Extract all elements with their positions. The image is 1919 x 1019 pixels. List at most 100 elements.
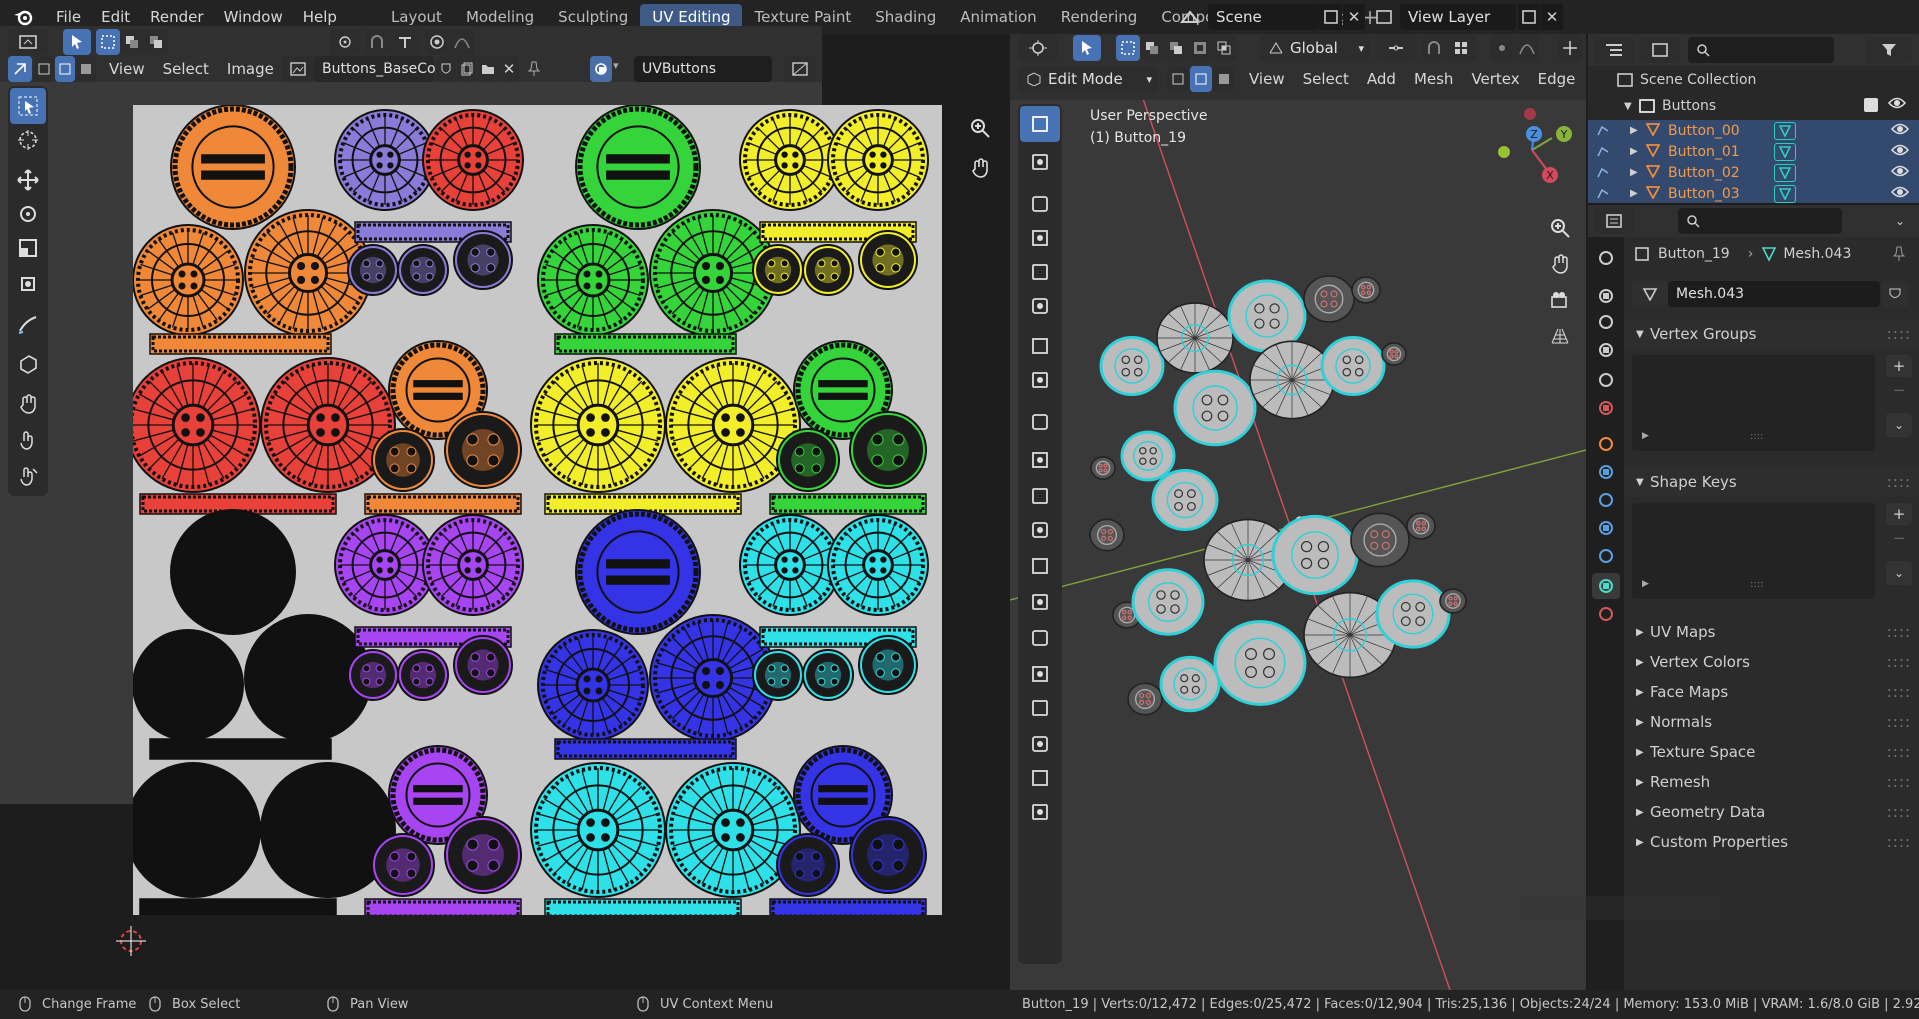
uv-map-icon[interactable] bbox=[590, 56, 612, 82]
eye-icon[interactable] bbox=[1887, 96, 1907, 114]
list-expand-icon[interactable]: ▶ bbox=[1642, 431, 1649, 441]
eye-icon[interactable] bbox=[1890, 122, 1910, 140]
display-mode-icon[interactable] bbox=[1640, 37, 1680, 63]
viewport-select-intersect-icon[interactable] bbox=[1212, 35, 1236, 61]
new-image-icon[interactable] bbox=[457, 56, 477, 82]
uv-2d-cursor-icon[interactable] bbox=[116, 926, 146, 956]
mesh-name-field[interactable]: Mesh.043 bbox=[1668, 281, 1880, 307]
tool-tab-icon[interactable] bbox=[1592, 245, 1620, 271]
face-select-mode-icon[interactable] bbox=[1213, 66, 1235, 92]
collection-checkbox[interactable] bbox=[1864, 98, 1878, 112]
list-expand-icon[interactable]: ▶ bbox=[1642, 579, 1649, 589]
object-tab-icon[interactable] bbox=[1592, 431, 1620, 457]
viewport-menu-view[interactable]: View bbox=[1240, 70, 1294, 88]
viewport-falloff-icon[interactable] bbox=[1515, 35, 1539, 61]
tab-rendering[interactable]: Rendering bbox=[1049, 4, 1150, 30]
panel-header-uv-maps[interactable]: ▶ UV Maps:::: bbox=[1624, 617, 1919, 647]
pan-hand-icon[interactable] bbox=[964, 152, 996, 184]
snap-target-icon[interactable] bbox=[390, 29, 420, 55]
panel-header-face-maps[interactable]: ▶ Face Maps:::: bbox=[1624, 677, 1919, 707]
panel-header-geometry-data[interactable]: ▶ Geometry Data:::: bbox=[1624, 797, 1919, 827]
edit-mode-toggle-icon[interactable] bbox=[1588, 188, 1618, 200]
panel-header-remesh[interactable]: ▶ Remesh:::: bbox=[1624, 767, 1919, 797]
scene-tab-icon[interactable] bbox=[1592, 367, 1620, 393]
view-layer-tab-icon[interactable] bbox=[1592, 337, 1620, 363]
select-extend-icon[interactable] bbox=[120, 29, 144, 55]
uv-menu-view[interactable]: View bbox=[100, 60, 154, 78]
viewport-editor-type-icon[interactable] bbox=[1018, 35, 1058, 61]
outliner-item[interactable]: ▶ Button_03 bbox=[1588, 183, 1919, 203]
tab-shading[interactable]: Shading bbox=[863, 4, 948, 30]
mesh-browse-icon[interactable] bbox=[1632, 281, 1668, 307]
viewport-select-invert-icon[interactable] bbox=[1188, 35, 1212, 61]
viewport-menu-mesh[interactable]: Mesh bbox=[1405, 70, 1463, 88]
uv-menu-select[interactable]: Select bbox=[154, 60, 218, 78]
add-cube-tool-icon[interactable] bbox=[1020, 404, 1060, 440]
pin-properties-icon[interactable] bbox=[1888, 243, 1910, 265]
panel-header-shape-keys[interactable]: ▼ Shape Keys:::: bbox=[1624, 467, 1919, 497]
particles-tab-icon[interactable] bbox=[1592, 487, 1620, 513]
image-name-field[interactable]: Buttons_BaseColor... bbox=[314, 56, 466, 82]
display-channels-icon[interactable] bbox=[784, 56, 816, 82]
rip-tool-icon[interactable] bbox=[10, 346, 46, 382]
select-box-tool-icon[interactable] bbox=[10, 88, 46, 124]
specials-menu-button[interactable]: ⌄ bbox=[1886, 561, 1912, 585]
view-layer-field[interactable]: View Layer bbox=[1400, 4, 1516, 30]
mode-dropdown[interactable]: Edit Mode ▾ bbox=[1018, 66, 1158, 92]
uv-map-field[interactable]: UVButtons bbox=[634, 56, 772, 82]
shrink-fatten-tool-icon[interactable] bbox=[1020, 760, 1060, 796]
scene-selector-icon[interactable] bbox=[1176, 4, 1204, 30]
specials-menu-button[interactable]: ⌄ bbox=[1886, 413, 1912, 437]
transform-tool-icon[interactable] bbox=[10, 266, 46, 302]
delete-scene-icon[interactable]: ✕ bbox=[1343, 4, 1365, 30]
expand-arrow-icon[interactable]: ▶ bbox=[1618, 188, 1646, 199]
new-scene-icon[interactable] bbox=[1320, 4, 1342, 30]
mesh-data-icon[interactable] bbox=[1774, 184, 1796, 203]
outliner-search-input[interactable] bbox=[1688, 37, 1834, 63]
output-tab-icon[interactable] bbox=[1592, 309, 1620, 335]
zoom-icon[interactable] bbox=[964, 112, 996, 144]
rotate-tool-icon[interactable] bbox=[1020, 220, 1060, 256]
viewport-pan-icon[interactable] bbox=[1544, 248, 1576, 280]
viewport-select-tool-icon[interactable] bbox=[1073, 35, 1101, 61]
transform-orientation-dropdown[interactable]: Global ▾ bbox=[1260, 35, 1370, 61]
pivot-point-icon[interactable] bbox=[330, 29, 360, 55]
panel-header-custom-properties[interactable]: ▶ Custom Properties:::: bbox=[1624, 827, 1919, 857]
shear-tool-icon[interactable] bbox=[1020, 794, 1060, 830]
tab-animation[interactable]: Animation bbox=[948, 4, 1048, 30]
viewport-select-subtract-icon[interactable] bbox=[1164, 35, 1188, 61]
viewport-3d[interactable]: User Perspective (1) Button_19 Z Y X bbox=[1010, 100, 1586, 990]
snap-icon[interactable] bbox=[365, 29, 389, 55]
spin-tool-icon[interactable] bbox=[1020, 656, 1060, 692]
scene-collection-row[interactable]: Scene Collection bbox=[1616, 68, 1756, 92]
eye-icon[interactable] bbox=[1890, 164, 1910, 182]
data-tab-icon[interactable] bbox=[1592, 573, 1620, 599]
drag-handle-icon[interactable]: :::: bbox=[1887, 683, 1911, 701]
expand-arrow-icon[interactable]: ▶ bbox=[1618, 167, 1646, 178]
outliner-item[interactable]: ▶ Button_02 bbox=[1588, 162, 1919, 183]
viewport-menu-select[interactable]: Select bbox=[1294, 70, 1358, 88]
pin-icon[interactable] bbox=[524, 58, 544, 80]
properties-type-icon[interactable] bbox=[1594, 208, 1634, 234]
scale-tool-icon[interactable] bbox=[10, 230, 46, 266]
grab-tool-icon[interactable] bbox=[10, 386, 46, 422]
pivot-point-icon[interactable] bbox=[1376, 35, 1416, 61]
edit-mode-toggle-icon[interactable] bbox=[1588, 146, 1618, 158]
fake-user-shield-icon[interactable] bbox=[1882, 281, 1908, 307]
constraints-tab-icon[interactable] bbox=[1592, 543, 1620, 569]
edge-slide-tool-icon[interactable] bbox=[1020, 726, 1060, 762]
viewport-snap-target-icon[interactable] bbox=[1446, 35, 1476, 61]
outliner-type-icon[interactable] bbox=[1594, 37, 1634, 63]
viewport-menu-add[interactable]: Add bbox=[1358, 70, 1405, 88]
drag-handle-icon[interactable]: :::: bbox=[1887, 833, 1911, 851]
viewport-select-extend-icon[interactable] bbox=[1140, 35, 1164, 61]
scene-name-field[interactable]: Scene bbox=[1208, 4, 1320, 30]
uv-sync-icon[interactable] bbox=[8, 56, 32, 82]
select-subtract-icon[interactable] bbox=[144, 29, 168, 55]
annotate-tool-icon[interactable] bbox=[10, 306, 46, 342]
eye-icon[interactable] bbox=[1890, 185, 1910, 203]
poly-build-tool-icon[interactable] bbox=[1020, 620, 1060, 656]
knife-tool-icon[interactable] bbox=[1020, 584, 1060, 620]
falloff-icon[interactable] bbox=[450, 29, 474, 55]
world-tab-icon[interactable] bbox=[1592, 395, 1620, 421]
